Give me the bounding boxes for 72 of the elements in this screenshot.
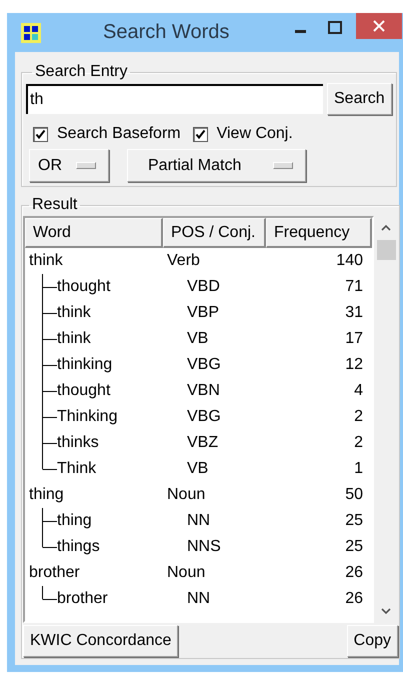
word-cell-text: Think	[57, 460, 98, 478]
pos-cell-text: VBG	[186, 408, 222, 426]
frequency-cell-text: 17	[344, 330, 363, 348]
pos-cell-text: VB	[186, 330, 210, 348]
word-cell-text: think	[57, 330, 92, 348]
column-header[interactable]: Frequency	[266, 218, 372, 248]
frequency-cell-text: 140	[335, 252, 363, 270]
checkbox-label: View Conj.	[216, 125, 293, 143]
dropdown-indicator-icon	[273, 162, 293, 169]
frequency-cell-text: 2	[353, 434, 363, 452]
word-cell-text: brother	[28, 564, 81, 582]
search-input[interactable]: th	[26, 84, 323, 114]
word-cell-text: think	[57, 304, 92, 322]
dropdown-indicator-icon	[76, 162, 96, 169]
maximize-icon[interactable]	[328, 21, 342, 35]
scroll-thumb[interactable]	[376, 240, 396, 260]
app-icon	[21, 22, 41, 42]
pos-cell-text: VB	[186, 460, 210, 478]
word-cell-text: brother	[57, 590, 109, 608]
column-header[interactable]: POS / Conj.	[163, 218, 266, 248]
frequency-cell-text: 25	[344, 512, 363, 530]
checkbox[interactable]	[33, 126, 48, 142]
pos-cell-text: NNS	[186, 538, 222, 556]
group-title: Result	[31, 196, 78, 214]
word-cell-text: thinking	[57, 356, 114, 374]
pos-cell-text: VBN	[186, 382, 221, 400]
word-cell-text: things	[57, 538, 101, 556]
close-icon	[373, 20, 385, 32]
pos-cell-text: VBP	[186, 304, 220, 322]
pos-cell-text: Verb	[166, 252, 201, 270]
checkbox[interactable]	[192, 126, 208, 142]
frequency-cell-text: 31	[344, 304, 363, 322]
group-title: Search Entry	[34, 63, 128, 81]
frequency-cell-text: 4	[353, 382, 363, 400]
word-cell-text: thinks	[57, 434, 100, 452]
frequency-cell-text: 26	[344, 564, 363, 582]
tree-line	[42, 274, 57, 300]
action-button[interactable]: Copy	[346, 625, 398, 657]
search-button[interactable]: Search	[327, 83, 392, 115]
pos-cell-text: Noun	[166, 486, 206, 504]
dropdown-button[interactable]: OR	[29, 149, 109, 182]
tree-line	[42, 300, 57, 326]
word-cell-text: thought	[57, 382, 112, 400]
pos-cell-text: NN	[186, 590, 212, 608]
frequency-cell-text: 25	[344, 538, 363, 556]
pos-cell-text: Noun	[166, 564, 206, 582]
tree-line	[42, 586, 57, 600]
frequency-cell-text: 2	[353, 408, 363, 426]
frequency-cell-text: 50	[344, 486, 363, 504]
word-cell-text: thing	[57, 512, 93, 530]
word-cell-text: thing	[28, 486, 65, 504]
close-button[interactable]	[356, 13, 402, 39]
action-button[interactable]: KWIC Concordance	[23, 625, 178, 657]
word-cell-text: thought	[57, 278, 112, 296]
pos-cell-text: VBG	[186, 356, 222, 374]
pos-cell-text: VBD	[186, 278, 221, 296]
tree-line	[42, 378, 57, 404]
dropdown-button[interactable]: Partial Match	[127, 149, 306, 182]
pos-cell-text: NN	[186, 512, 212, 530]
tree-line	[42, 404, 57, 430]
pos-cell-text: VBZ	[186, 434, 220, 452]
frequency-cell-text: 1	[353, 460, 363, 478]
word-cell-text: Thinking	[57, 408, 118, 426]
checkbox-label: Search Baseform	[57, 125, 181, 143]
word-cell-text: think	[28, 252, 64, 270]
column-header[interactable]: Word	[25, 218, 163, 248]
tree-line	[42, 326, 57, 352]
frequency-cell-text: 71	[344, 278, 363, 296]
tree-line	[42, 352, 57, 378]
window-title: Search Words	[103, 21, 230, 44]
frequency-cell-text: 26	[344, 590, 363, 608]
frequency-cell-text: 12	[344, 356, 363, 374]
